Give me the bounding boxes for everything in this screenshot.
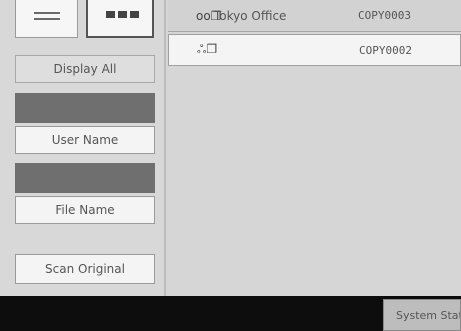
thumbnail-view-icon — [106, 11, 115, 18]
list-item[interactable]: ஃ❐ COPY0002 — [168, 34, 461, 66]
display-all-button[interactable]: Display All — [15, 55, 155, 83]
system-status-button[interactable]: System Status — [383, 299, 461, 331]
thumbnail-view-button[interactable] — [86, 0, 154, 38]
left-panel: Display All User Name File Name Scan Ori… — [0, 0, 166, 296]
file-code-label: COPY0002 — [359, 43, 412, 57]
thumbnail-view-icon-block — [118, 11, 127, 18]
user-name-value-field — [15, 93, 155, 123]
file-name-label: Tokyo Office — [214, 8, 287, 23]
scan-original-button[interactable]: Scan Original — [15, 254, 155, 284]
file-list: oo❐ Tokyo Office COPY0003 ஃ❐ COPY0002 — [166, 0, 461, 296]
user-name-button[interactable]: User Name — [15, 126, 155, 154]
folder-icon: ஃ❐ — [197, 42, 218, 56]
thumbnail-view-icon-block — [130, 11, 139, 18]
list-view-button[interactable] — [15, 0, 78, 38]
list-item[interactable]: oo❐ Tokyo Office COPY0003 — [168, 0, 461, 32]
file-name-value-field — [15, 163, 155, 193]
file-name-button[interactable]: File Name — [15, 196, 155, 224]
file-code-label: COPY0003 — [358, 9, 411, 22]
list-view-icon — [34, 12, 60, 14]
list-view-icon-line — [34, 18, 60, 20]
